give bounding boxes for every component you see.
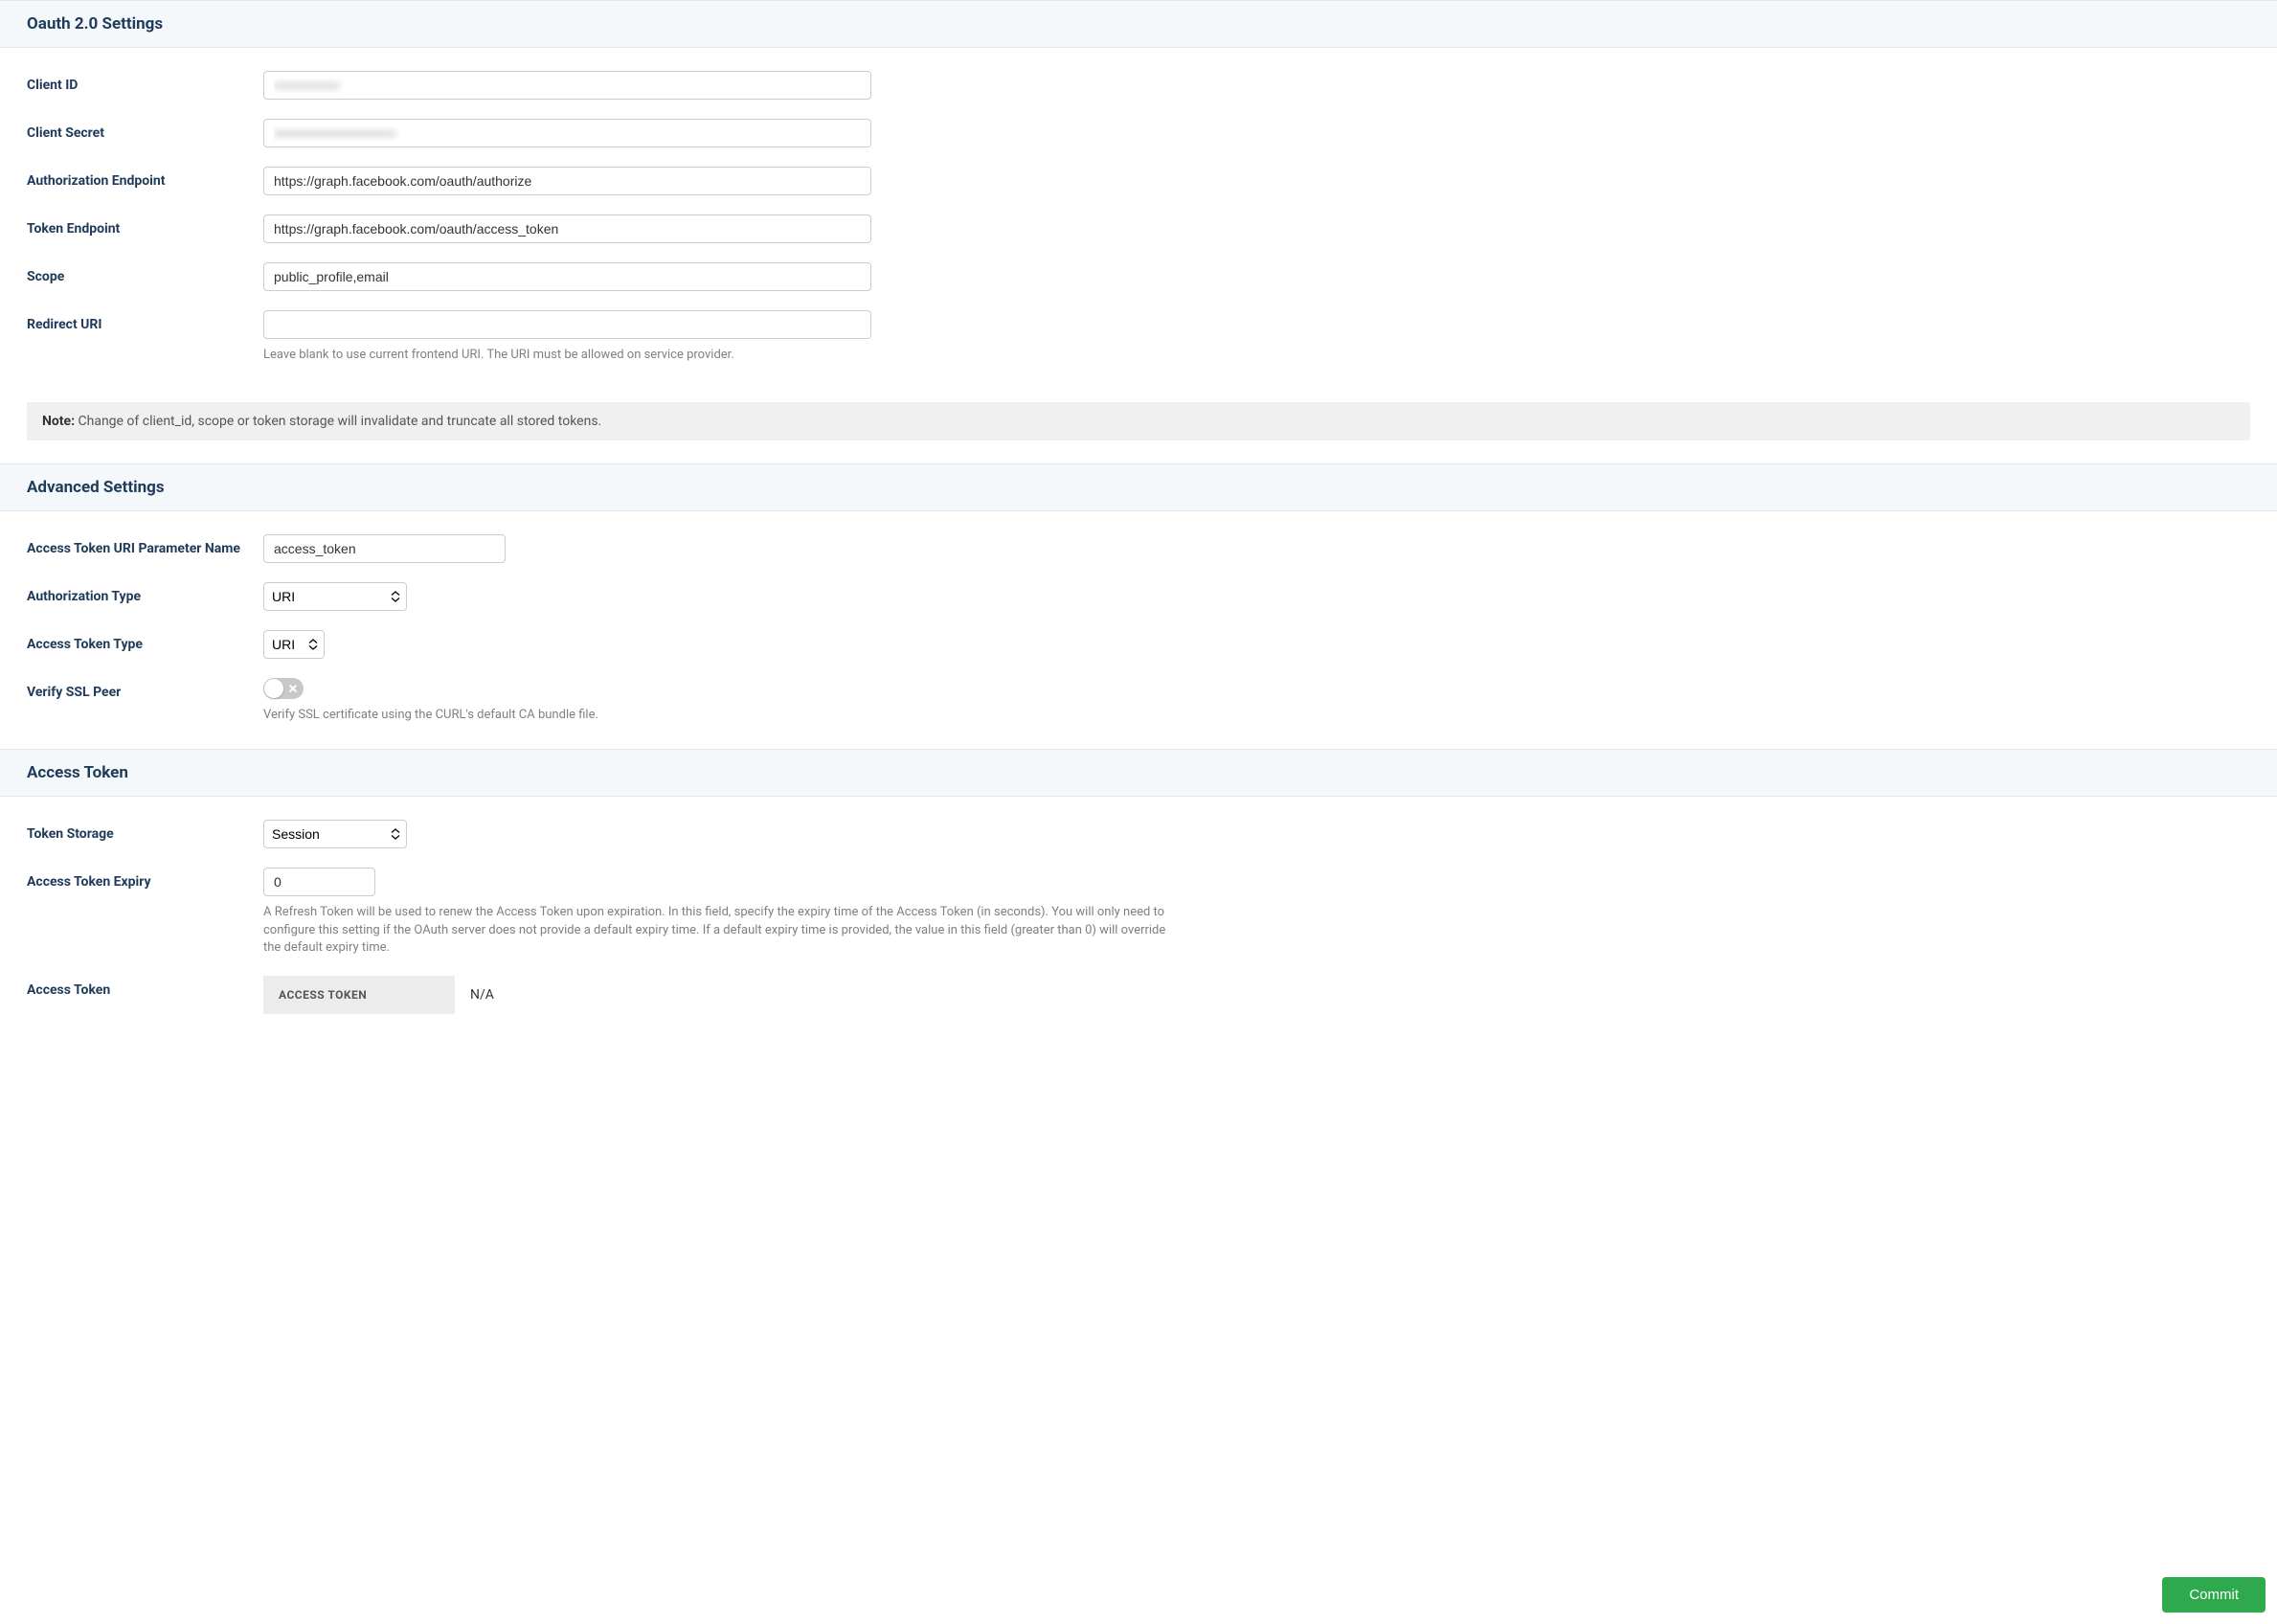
token-expiry-help: A Refresh Token will be used to renew th…	[263, 904, 1183, 957]
oauth-note-text: Change of client_id, scope or token stor…	[75, 414, 601, 429]
token-type-label: Access Token Type	[27, 630, 263, 652]
access-token-th: ACCESS TOKEN	[263, 976, 455, 1014]
verify-ssl-label: Verify SSL Peer	[27, 678, 263, 700]
oauth-section-header: Oauth 2.0 Settings	[0, 0, 2277, 48]
auth-type-row: Authorization Type URI	[27, 582, 2250, 611]
oauth-section-title: Oauth 2.0 Settings	[27, 14, 2250, 34]
token-storage-select[interactable]: Session	[263, 820, 407, 848]
commit-button[interactable]: Commit	[2162, 1577, 2266, 1613]
verify-ssl-row: Verify SSL Peer Verify SSL certificate u…	[27, 678, 2250, 724]
auth-endpoint-row: Authorization Endpoint	[27, 167, 2250, 195]
access-token-value: N/A	[455, 976, 509, 1014]
token-storage-label: Token Storage	[27, 820, 263, 842]
token-type-select[interactable]: URI	[263, 630, 325, 659]
access-token-section-header: Access Token	[0, 749, 2277, 797]
access-token-section-body: Token Storage Session Access Token Expir…	[0, 797, 2277, 1033]
param-name-row: Access Token URI Parameter Name	[27, 534, 2250, 563]
redirect-uri-help: Leave blank to use current frontend URI.…	[263, 347, 871, 364]
token-endpoint-row: Token Endpoint	[27, 214, 2250, 243]
token-expiry-row: Access Token Expiry A Refresh Token will…	[27, 868, 2250, 957]
advanced-section-header: Advanced Settings	[0, 463, 2277, 511]
oauth-section-body: Client ID Client Secret Authorization En…	[0, 48, 2277, 402]
scope-label: Scope	[27, 262, 263, 284]
access-token-table: ACCESS TOKEN N/A	[263, 976, 871, 1014]
scope-input[interactable]	[263, 262, 871, 291]
access-token-section-title: Access Token	[27, 763, 2250, 782]
param-name-input[interactable]	[263, 534, 506, 563]
client-id-label: Client ID	[27, 71, 263, 93]
token-expiry-input[interactable]	[263, 868, 375, 896]
auth-endpoint-input[interactable]	[263, 167, 871, 195]
auth-type-label: Authorization Type	[27, 582, 263, 604]
redirect-uri-row: Redirect URI Leave blank to use current …	[27, 310, 2250, 364]
redirect-uri-input[interactable]	[263, 310, 871, 339]
client-secret-row: Client Secret	[27, 119, 2250, 147]
access-token-label: Access Token	[27, 976, 263, 998]
advanced-section-title: Advanced Settings	[27, 478, 2250, 497]
client-id-row: Client ID	[27, 71, 2250, 100]
redirect-uri-label: Redirect URI	[27, 310, 263, 332]
param-name-label: Access Token URI Parameter Name	[27, 534, 263, 556]
oauth-note: Note: Change of client_id, scope or toke…	[27, 402, 2250, 440]
client-secret-label: Client Secret	[27, 119, 263, 141]
access-token-row: Access Token ACCESS TOKEN N/A	[27, 976, 2250, 1014]
token-type-row: Access Token Type URI	[27, 630, 2250, 659]
toggle-off-icon	[288, 684, 298, 693]
toggle-knob	[264, 679, 283, 698]
scope-row: Scope	[27, 262, 2250, 291]
token-storage-row: Token Storage Session	[27, 820, 2250, 848]
client-secret-input[interactable]	[263, 119, 871, 147]
advanced-section-body: Access Token URI Parameter Name Authoriz…	[0, 511, 2277, 749]
oauth-note-label: Note:	[42, 414, 75, 429]
token-endpoint-input[interactable]	[263, 214, 871, 243]
auth-endpoint-label: Authorization Endpoint	[27, 167, 263, 189]
verify-ssl-help: Verify SSL certificate using the CURL's …	[263, 707, 871, 724]
token-endpoint-label: Token Endpoint	[27, 214, 263, 237]
auth-type-select[interactable]: URI	[263, 582, 407, 611]
token-expiry-label: Access Token Expiry	[27, 868, 263, 890]
client-id-input[interactable]	[263, 71, 871, 100]
verify-ssl-toggle[interactable]	[263, 678, 304, 699]
